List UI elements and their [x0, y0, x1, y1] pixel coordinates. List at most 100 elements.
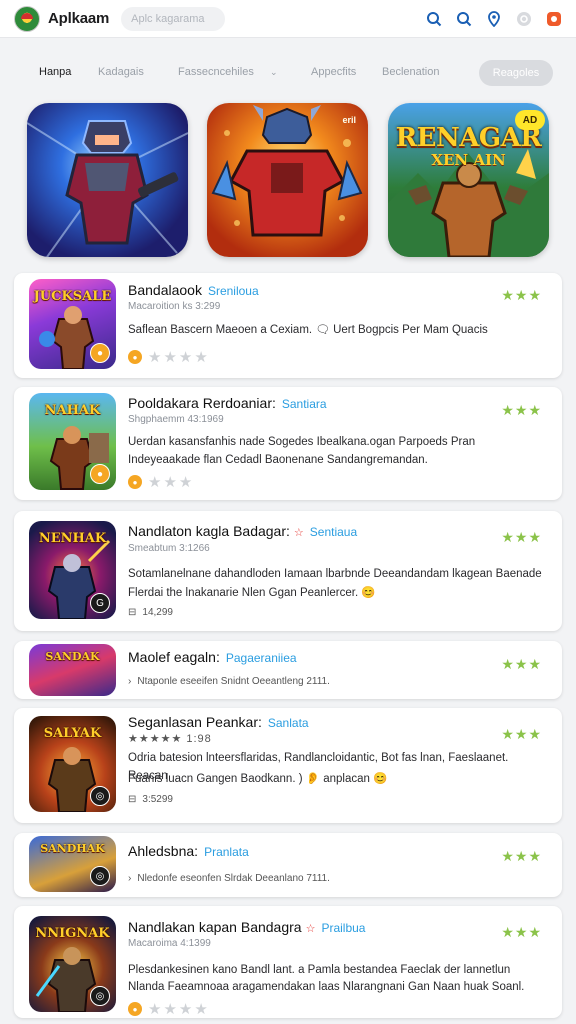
app-title[interactable]: Pooldakara Rerdoaniar: Santiara: [128, 395, 327, 411]
app-thumbnail[interactable]: NENHAK G: [29, 521, 116, 619]
empty-stars-icon[interactable]: ★★★★: [148, 1000, 210, 1018]
app-tag[interactable]: Pranlata: [204, 845, 249, 859]
badge-icon: ●: [90, 343, 110, 363]
app-title[interactable]: Ahledsbna: Pranlata: [128, 843, 249, 859]
app-title[interactable]: Maolef eagaln: Pagaeraniiea: [128, 649, 297, 665]
list-item[interactable]: JUCKSALE ● Bandalaook Sreniloua Macaroiti…: [14, 273, 562, 378]
chevron-right-icon[interactable]: ›: [128, 873, 131, 884]
star-rating: ★★★: [501, 529, 542, 545]
featured-game-tile[interactable]: eril: [207, 103, 368, 257]
app-description: Sotamlanelnane dahandloden Iamaan lbarbn…: [128, 568, 542, 580]
empty-stars-icon[interactable]: ★★★★: [148, 348, 210, 366]
app-description: Uerdan kasansfanhis nade Sogedes Ibealka…: [128, 436, 476, 448]
app-meta: › Ntaponle eseeifen Snidnt Oeeantleng 211…: [128, 676, 330, 687]
star-rating: ★★★: [501, 402, 542, 418]
app-tag[interactable]: Sreniloua: [208, 284, 259, 298]
star-rating: ★★★: [501, 726, 542, 742]
star-rating: ★★★: [501, 924, 542, 940]
app-title[interactable]: Nandlakan kapan Bandagra ☆ Prailbua: [128, 919, 365, 935]
star-rating: ★★★: [501, 287, 542, 303]
chevron-right-icon[interactable]: ›: [128, 676, 131, 687]
empty-stars-icon[interactable]: ★★★: [148, 473, 194, 491]
app-title[interactable]: Seganlasan Peankar: Sanlata: [128, 714, 309, 730]
app-logo[interactable]: [14, 5, 40, 32]
list-item[interactable]: SALYAK ◎ Seganlasan Peankar: Sanlata ★★★★…: [14, 708, 562, 823]
hero-warrior-illustration: [27, 120, 188, 257]
app-subtitle: ★★★★★ 1:98: [128, 733, 212, 745]
category-tabs: Hanpa Kadagais Fassecncehiles ⌄ Appecfit…: [0, 58, 576, 90]
user-rating[interactable]: ● ★★★★: [128, 348, 210, 366]
app-description: Plesdankesinen kano Bandl lant. a Pamla …: [128, 964, 511, 976]
coin-icon: ●: [128, 475, 142, 489]
bookmark-icon[interactable]: ⊟: [128, 794, 136, 805]
app-subtitle: Macaroition ks 3:299: [128, 301, 221, 312]
user-rating[interactable]: ● ★★★★: [128, 1000, 210, 1018]
settings-icon[interactable]: [516, 11, 532, 27]
featured-game-tile[interactable]: [27, 103, 188, 257]
app-description: Flerdai the lnakanarie Nlen Ggan Peanler…: [128, 587, 376, 599]
tab-home[interactable]: Hanpa: [39, 66, 71, 78]
thumbnail-title: SANDAK: [45, 650, 100, 663]
tab-apps[interactable]: Appecfits: [311, 66, 356, 78]
app-tag[interactable]: Santiara: [282, 397, 327, 411]
coin-icon: ●: [128, 1002, 142, 1016]
flag-icon: ☆: [305, 923, 316, 935]
badge-icon: ●: [90, 464, 110, 484]
thumbnail-title: SANDHAK: [40, 842, 105, 855]
app-meta: ⊟ 3:5299: [128, 794, 173, 805]
thumbnail-title: SALYAK: [43, 726, 102, 741]
list-item[interactable]: NAHAK ● Pooldakara Rerdoaniar: Santiara S…: [14, 387, 562, 500]
app-thumbnail[interactable]: NAHAK ●: [29, 393, 116, 490]
star-rating: ★★★: [501, 848, 542, 864]
list-item[interactable]: SANDHAK ◎ Ahledsbna: Pranlata › Nledonfe e…: [14, 833, 562, 897]
hero-badge: eril: [342, 115, 356, 125]
search-icon[interactable]: [456, 11, 472, 27]
top-bar: Aplkaam Aplc kagarama: [0, 0, 576, 38]
bookmark-icon[interactable]: ⊟: [128, 607, 136, 618]
badge-icon: ◎: [90, 986, 110, 1006]
app-tag[interactable]: Prailbua: [321, 921, 365, 935]
app-icon[interactable]: [546, 11, 562, 27]
thumbnail-title: NNIGNAK: [35, 926, 110, 941]
app-title[interactable]: Bandalaook Sreniloua: [128, 282, 259, 298]
app-thumbnail[interactable]: SALYAK ◎: [29, 716, 116, 812]
app-thumbnail[interactable]: SANDAK: [29, 644, 116, 696]
user-rating[interactable]: ● ★★★: [128, 473, 194, 491]
location-pin-icon[interactable]: [486, 10, 502, 27]
list-item[interactable]: SANDAK Maolef eagaln: Pagaeraniiea › Ntapo…: [14, 641, 562, 699]
featured-game-tile[interactable]: RENAGAR XEN AIN AD: [388, 103, 549, 257]
search-input[interactable]: Aplc kagarama: [121, 6, 226, 31]
thumbnail-title: NAHAK: [44, 403, 101, 418]
app-description: Indeyeaakade flan Cedadl Baonenane Sanda…: [128, 454, 428, 466]
app-subtitle: Smeabtum 3:1266: [128, 543, 210, 554]
badge-icon: ◎: [90, 866, 110, 886]
app-title[interactable]: Nandlaton kagla Badagar: ☆ Sentiaua: [128, 523, 357, 539]
tab-favorites[interactable]: Fassecncehiles: [178, 66, 254, 78]
app-subtitle: Macaroima 4:1399: [128, 938, 211, 949]
app-tag[interactable]: Pagaeraniiea: [226, 651, 297, 665]
app-thumbnail[interactable]: NNIGNAK ◎: [29, 916, 116, 1012]
app-meta: › Nledonfe eseonfen Slrdak Deeanlano 7111…: [128, 873, 330, 884]
app-thumbnail[interactable]: JUCKSALE ●: [29, 279, 116, 369]
chevron-down-icon[interactable]: ⌄: [270, 67, 278, 78]
app-thumbnail[interactable]: SANDHAK ◎: [29, 836, 116, 892]
app-description: Fuanis luacn Gangen Baodkann. ) 👂 anplac…: [128, 773, 388, 785]
app-tag[interactable]: Sanlata: [268, 716, 309, 730]
tab-categories[interactable]: Kadagais: [98, 66, 144, 78]
app-subtitle: Shgphaemm 43:1969: [128, 414, 224, 425]
list-item[interactable]: NNIGNAK ◎ Nandlakan kapan Bandagra ☆ Prail…: [14, 906, 562, 1018]
thumbnail-title: JUCKSALE: [33, 289, 112, 304]
search-icon[interactable]: [426, 11, 442, 27]
app-description: Nlanda Faeamnoaa aragamendakan laas Nlar…: [128, 981, 525, 993]
app-description: Saflean Bascern Maeoen a Cexiam. 🗨 Uert …: [128, 324, 488, 336]
tab-recommendation[interactable]: Beclenation: [382, 66, 440, 78]
hero-knight-illustration: [211, 105, 363, 237]
badge-icon: G: [90, 593, 110, 613]
list-item[interactable]: NENHAK G Nandlaton kagla Badagar: ☆ Sentia…: [14, 511, 562, 631]
app-tag[interactable]: Sentiaua: [310, 525, 357, 539]
app-meta: ⊟ 14,299: [128, 607, 173, 618]
filter-button[interactable]: Reagoles: [479, 60, 553, 86]
thumbnail-title: NENHAK: [38, 531, 107, 546]
app-name: Aplkaam: [48, 10, 110, 27]
coin-icon: ●: [128, 350, 142, 364]
